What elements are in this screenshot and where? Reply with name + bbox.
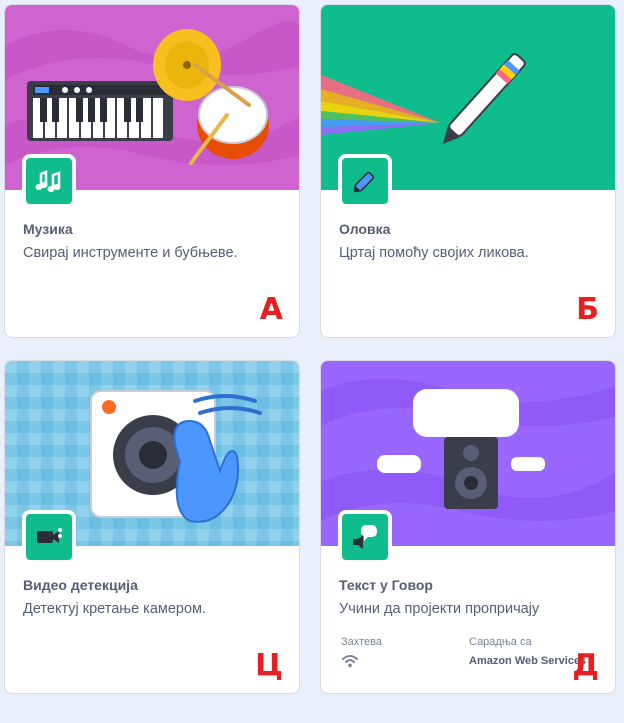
card-description: Цртај помоћу својих ликова.: [339, 245, 529, 261]
card-title: Музика: [23, 221, 73, 237]
pen-icon: [338, 154, 392, 208]
card-letter-label: Д: [572, 648, 599, 683]
card-letter-label: А: [259, 292, 283, 327]
music-notes-icon: [22, 154, 76, 208]
collaboration-partner: Amazon Web Services: [469, 655, 587, 667]
extension-card-pen[interactable]: Оловка Цртај помоћу својих ликова. Б: [320, 4, 616, 338]
extension-card-text-to-speech[interactable]: Текст у Говор Учини да пројекти проприча…: [320, 360, 616, 694]
card-description: Детектуј кретање камером.: [23, 601, 207, 617]
extension-card-video-sensing[interactable]: Видео детекција Детектуј кретање камером…: [4, 360, 300, 694]
collaboration-label: Сарадња са: [469, 636, 532, 648]
card-letter-label: Ц: [255, 648, 283, 683]
extension-card-music[interactable]: Музика Свирај инструменте и бубњеве. А: [4, 4, 300, 338]
card-description: Свирај инструменте и бубњеве.: [23, 245, 238, 261]
card-letter-label: Б: [576, 292, 599, 327]
speech-bubble-speaker-icon: [338, 510, 392, 564]
card-title: Оловка: [339, 221, 391, 237]
card-description: Учини да пројекти пропричају: [339, 601, 540, 617]
video-camera-icon: [22, 510, 76, 564]
requires-label: Захтева: [341, 636, 383, 648]
card-title: Текст у Говор: [339, 577, 433, 593]
card-title: Видео детекција: [23, 577, 138, 593]
wifi-icon: [341, 653, 359, 674]
